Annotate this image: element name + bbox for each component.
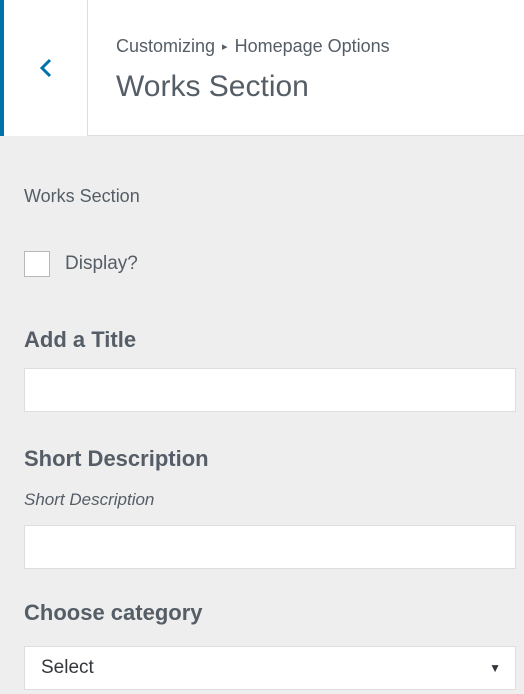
back-button[interactable] xyxy=(0,0,88,136)
category-select[interactable]: Select ▼ xyxy=(24,646,516,690)
description-field-heading: Short Description xyxy=(24,446,209,471)
description-field-hint: Short Description xyxy=(24,490,155,509)
title-input[interactable] xyxy=(24,368,516,412)
chevron-down-icon: ▼ xyxy=(489,661,501,675)
chevron-left-icon xyxy=(38,57,54,79)
description-input[interactable] xyxy=(24,525,516,569)
display-checkbox-label: Display? xyxy=(65,253,138,274)
section-label: Works Section xyxy=(24,186,140,206)
title-field-heading: Add a Title xyxy=(24,327,137,352)
panel-title: Works Section xyxy=(116,70,309,103)
display-checkbox[interactable] xyxy=(24,251,50,277)
customizer-header: Customizing ▸ Homepage Options Works Secti… xyxy=(0,0,524,136)
category-select-value: Select xyxy=(41,657,94,678)
category-field-heading: Choose category xyxy=(24,600,203,625)
breadcrumb-parent: Homepage Options xyxy=(234,36,390,56)
header-text: Customizing ▸ Homepage Options Works Secti… xyxy=(116,34,514,107)
breadcrumb-root: Customizing xyxy=(116,36,216,56)
breadcrumb-separator: ▸ xyxy=(222,41,228,53)
breadcrumb: Customizing ▸ Homepage Options xyxy=(116,34,514,61)
display-checkbox-row: Display? xyxy=(24,251,138,277)
section-content: Works Section Display? Add a Title Short… xyxy=(0,136,524,694)
